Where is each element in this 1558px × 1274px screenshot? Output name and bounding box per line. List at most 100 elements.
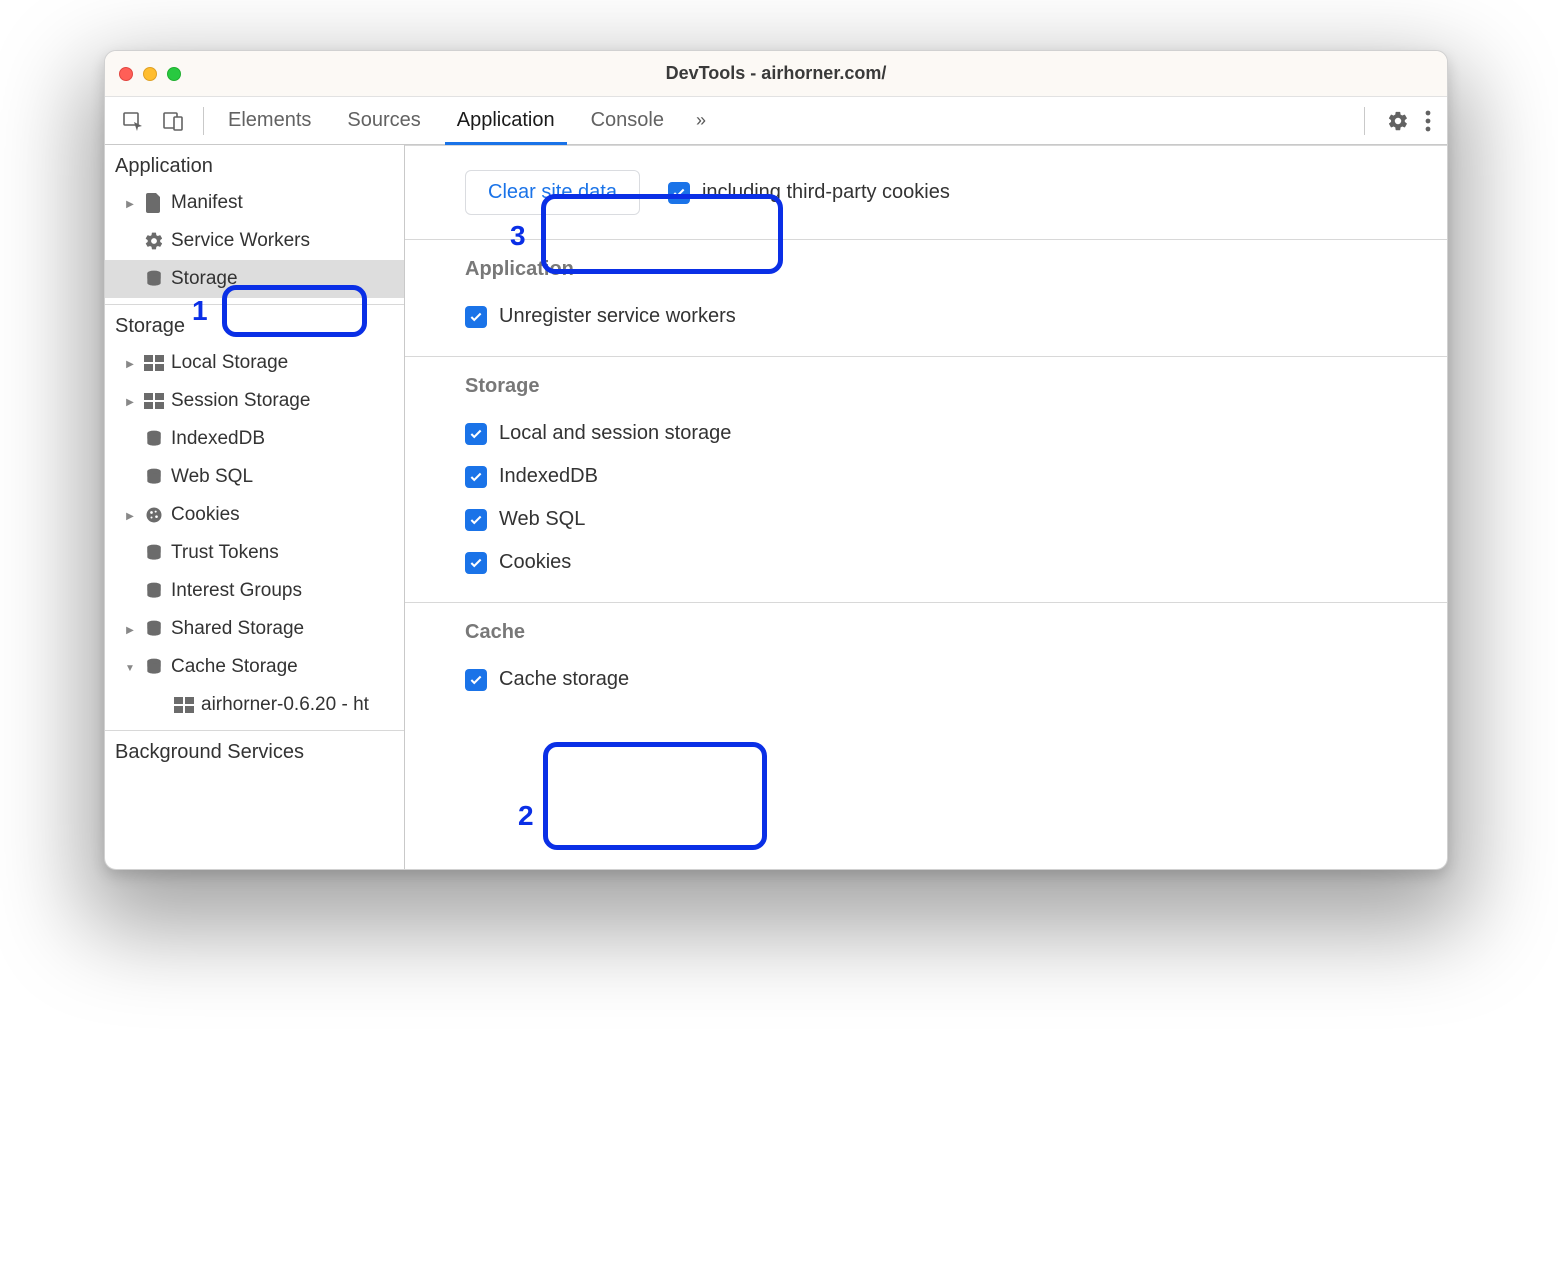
sidebar-item-airhorner-0-6-20-ht[interactable]: airhorner-0.6.20 - ht (105, 686, 404, 724)
checkbox-row: IndexedDB (465, 455, 1421, 498)
sidebar-section-heading[interactable]: Storage (105, 305, 404, 344)
settings-gear-icon[interactable] (1387, 110, 1409, 132)
tab-sources[interactable]: Sources (329, 97, 438, 144)
sidebar-item-label: Cache Storage (171, 656, 298, 678)
application-sidebar: Application Manifest Service Workers Storag… (105, 145, 405, 869)
settings-group-title: Application (465, 258, 1421, 281)
checkbox-row: Local and session storage (465, 412, 1421, 455)
grid-icon (143, 390, 165, 412)
disclosure-arrow-icon[interactable] (123, 660, 137, 674)
sidebar-item-label: Session Storage (171, 390, 310, 412)
sidebar-item-label: Trust Tokens (171, 542, 279, 564)
sidebar-section-label: Storage (115, 315, 185, 337)
window-zoom-button[interactable] (167, 67, 181, 81)
checkbox-row: Cache storage (465, 658, 1421, 701)
sidebar-section-label: Application (115, 155, 213, 177)
tab-console[interactable]: Console (573, 97, 682, 144)
file-icon (143, 192, 165, 214)
gear-icon (143, 230, 165, 252)
checkbox[interactable] (465, 669, 487, 691)
sidebar-item-cookies[interactable]: Cookies (105, 496, 404, 534)
sidebar-item-trust-tokens[interactable]: Trust Tokens (105, 534, 404, 572)
database-icon (143, 542, 165, 564)
database-icon (143, 580, 165, 602)
sidebar-item-interest-groups[interactable]: Interest Groups (105, 572, 404, 610)
checkbox-row: Cookies (465, 541, 1421, 584)
window-close-button[interactable] (119, 67, 133, 81)
tab-application[interactable]: Application (439, 97, 573, 144)
checkbox[interactable] (465, 552, 487, 574)
sidebar-section-heading[interactable]: Application (105, 145, 404, 184)
checkbox[interactable] (465, 423, 487, 445)
disclosure-arrow-icon[interactable] (123, 508, 137, 522)
sidebar-item-indexeddb[interactable]: IndexedDB (105, 420, 404, 458)
sidebar-item-local-storage[interactable]: Local Storage (105, 344, 404, 382)
checkbox[interactable] (465, 466, 487, 488)
window-title: DevTools - airhorner.com/ (105, 63, 1447, 84)
checkbox-label: Cache storage (499, 668, 629, 691)
checkbox-label: Local and session storage (499, 422, 731, 445)
settings-group: Application Unregister service workers (405, 240, 1447, 356)
settings-group: Cache Cache storage (405, 603, 1447, 719)
tab-elements[interactable]: Elements (210, 97, 329, 144)
checkbox[interactable] (465, 509, 487, 531)
window-titlebar: DevTools - airhorner.com/ (105, 51, 1447, 97)
sidebar-item-session-storage[interactable]: Session Storage (105, 382, 404, 420)
clear-site-data-button[interactable]: Clear site data (465, 170, 640, 215)
sidebar-item-manifest[interactable]: Manifest (105, 184, 404, 222)
sidebar-item-label: Interest Groups (171, 580, 302, 602)
divider (1364, 107, 1365, 135)
sidebar-section-label: Background Services (115, 741, 304, 763)
sidebar-item-label: Manifest (171, 192, 243, 214)
cookie-icon (143, 504, 165, 526)
sidebar-item-web-sql[interactable]: Web SQL (105, 458, 404, 496)
sidebar-item-label: Local Storage (171, 352, 288, 374)
database-icon (143, 268, 165, 290)
checkbox-label: Unregister service workers (499, 305, 736, 328)
sidebar-item-storage[interactable]: Storage (105, 260, 404, 298)
sidebar-item-label: airhorner-0.6.20 - ht (201, 694, 369, 716)
tab-label: Application (457, 109, 555, 132)
database-icon (143, 428, 165, 450)
database-icon (143, 466, 165, 488)
device-toolbar-icon[interactable] (161, 109, 185, 133)
disclosure-arrow-icon[interactable] (123, 394, 137, 408)
third-party-cookies-label: including third-party cookies (702, 181, 950, 204)
checkbox[interactable] (465, 306, 487, 328)
sidebar-item-label: Service Workers (171, 230, 310, 252)
checkbox-label: Cookies (499, 551, 571, 574)
tab-label: Elements (228, 109, 311, 132)
tab-label: Console (591, 109, 664, 132)
database-icon (143, 618, 165, 640)
storage-main-pane: Clear site data including third-party co… (405, 145, 1447, 869)
tabs-overflow-button[interactable]: » (682, 110, 720, 131)
disclosure-arrow-icon[interactable] (123, 356, 137, 370)
checkbox-label: IndexedDB (499, 465, 598, 488)
grid-icon (173, 694, 195, 716)
settings-group: StorageLocal and session storageIndexedD… (405, 357, 1447, 602)
inspect-element-icon[interactable] (121, 109, 145, 133)
sidebar-item-shared-storage[interactable]: Shared Storage (105, 610, 404, 648)
sidebar-item-label: IndexedDB (171, 428, 265, 450)
third-party-cookies-checkbox[interactable] (668, 182, 690, 204)
button-label: Clear site data (488, 181, 617, 203)
traffic-lights (119, 67, 181, 81)
checkbox-label: Web SQL (499, 508, 585, 531)
divider (203, 107, 204, 135)
devtools-tabstrip: Elements Sources Application Console » (105, 97, 1447, 145)
sidebar-item-service-workers[interactable]: Service Workers (105, 222, 404, 260)
disclosure-arrow-icon[interactable] (123, 622, 137, 636)
sidebar-item-label: Cookies (171, 504, 240, 526)
checkbox-row: Web SQL (465, 498, 1421, 541)
settings-group-title: Cache (465, 621, 1421, 644)
devtools-window: DevTools - airhorner.com/ (104, 50, 1448, 870)
sidebar-item-label: Web SQL (171, 466, 253, 488)
kebab-menu-icon[interactable] (1425, 110, 1431, 132)
window-minimize-button[interactable] (143, 67, 157, 81)
tab-label: Sources (347, 109, 420, 132)
grid-icon (143, 352, 165, 374)
disclosure-arrow-icon[interactable] (123, 196, 137, 210)
sidebar-item-cache-storage[interactable]: Cache Storage (105, 648, 404, 686)
checkbox-row: Unregister service workers (465, 295, 1421, 338)
sidebar-section-heading[interactable]: Background Services (105, 731, 404, 770)
